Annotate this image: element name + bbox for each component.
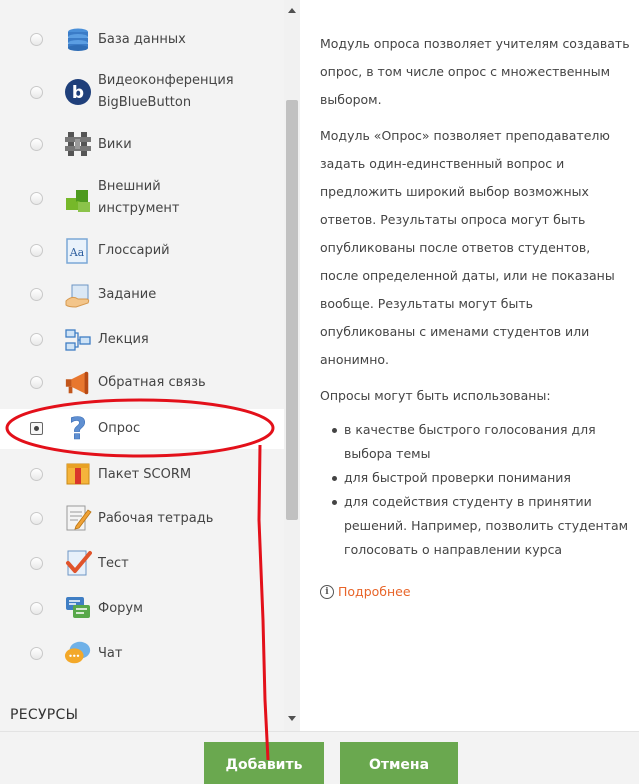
svg-text:b: b xyxy=(72,83,84,103)
activity-label: Вики xyxy=(98,137,132,152)
scroll-down-arrow-icon[interactable] xyxy=(288,716,296,721)
svg-text:Aa: Aa xyxy=(69,246,85,259)
radio-button[interactable] xyxy=(30,244,43,257)
megaphone-icon xyxy=(64,369,92,397)
description-bullet: в качестве быстрого голосования для выбо… xyxy=(320,418,630,466)
scorm-icon xyxy=(64,460,92,488)
activity-label: Глоссарий xyxy=(98,243,170,258)
activity-label: База данных xyxy=(98,32,186,47)
forum-icon xyxy=(64,595,92,623)
activity-label: Лекция xyxy=(98,332,149,347)
lesson-icon xyxy=(64,326,92,354)
activity-description: Модуль опроса позволяет учителям создава… xyxy=(320,30,630,606)
radio-button[interactable] xyxy=(30,192,43,205)
info-icon: i xyxy=(320,585,334,599)
add-button[interactable]: Добавить xyxy=(204,742,324,784)
radio-button[interactable] xyxy=(30,557,43,570)
activity-item-choice[interactable]: ? Опрос xyxy=(0,409,284,449)
activity-label: Обратная связь xyxy=(98,375,206,390)
radio-button[interactable] xyxy=(30,138,43,151)
activity-label: Чат xyxy=(98,646,123,661)
activity-item-forum[interactable]: Форум xyxy=(0,591,284,627)
cancel-button[interactable]: Отмена xyxy=(340,742,458,784)
wiki-icon xyxy=(64,130,92,158)
activity-label: Тест xyxy=(98,556,129,571)
activity-item-quiz[interactable]: Тест xyxy=(0,546,284,582)
scroll-up-arrow-icon[interactable] xyxy=(288,8,296,13)
bigbluebutton-icon: b xyxy=(64,78,92,106)
glossary-icon: Aa xyxy=(64,237,92,265)
activity-label-line2: BigBlueButton xyxy=(98,95,192,110)
radio-button[interactable] xyxy=(30,333,43,346)
activity-label: Видеоконференция BigBlueButton xyxy=(98,70,234,114)
activity-label: Пакет SCORM xyxy=(98,467,192,482)
activity-label: Рабочая тетрадь xyxy=(98,511,214,526)
activity-item-lesson[interactable]: Лекция xyxy=(0,322,284,358)
description-bullet: для содействия студенту в принятии решен… xyxy=(320,490,630,562)
description-list: в качестве быстрого голосования для выбо… xyxy=(320,418,630,562)
scrollbar[interactable] xyxy=(284,0,300,731)
activity-item-feedback[interactable]: Обратная связь xyxy=(0,365,284,401)
activity-label-line2: инструмент xyxy=(98,201,180,216)
activity-label: Задание xyxy=(98,287,157,302)
radio-button-checked[interactable] xyxy=(30,422,43,435)
description-paragraph: Опросы могут быть использованы: xyxy=(320,388,551,403)
radio-button[interactable] xyxy=(30,288,43,301)
activity-label: Форум xyxy=(98,601,143,616)
activity-item-database[interactable]: База данных xyxy=(0,22,284,58)
radio-button[interactable] xyxy=(30,647,43,660)
modal-footer: Добавить Отмена xyxy=(0,731,639,784)
assignment-icon xyxy=(64,282,92,310)
radio-button[interactable] xyxy=(30,376,43,389)
activity-label: Опрос xyxy=(98,421,141,436)
activity-item-scorm[interactable]: Пакет SCORM xyxy=(0,457,284,493)
activity-item-chat[interactable]: Чат xyxy=(0,636,284,672)
activity-label-line1: Внешний xyxy=(98,179,161,194)
radio-button[interactable] xyxy=(30,33,43,46)
puzzle-icon xyxy=(64,186,92,214)
scrollbar-thumb[interactable] xyxy=(286,100,298,520)
description-paragraph: Модуль «Опрос» позволяет преподавателю з… xyxy=(320,128,615,367)
workbook-icon xyxy=(64,504,92,532)
radio-button[interactable] xyxy=(30,86,43,99)
description-bullet: для быстрой проверки понимания xyxy=(320,466,630,490)
chat-icon xyxy=(64,639,92,667)
section-title-resources: РЕСУРСЫ xyxy=(10,707,79,723)
activity-item-wiki[interactable]: Вики xyxy=(0,127,284,163)
activity-list-panel: База данных b Видеоконференция BigBlueBu… xyxy=(0,0,300,731)
question-icon: ? xyxy=(64,413,92,443)
more-info-label: Подробнее xyxy=(338,584,411,599)
activity-item-workbook[interactable]: Рабочая тетрадь xyxy=(0,501,284,537)
radio-button[interactable] xyxy=(30,602,43,615)
more-info-link[interactable]: i Подробнее xyxy=(320,578,411,606)
database-icon xyxy=(64,26,92,54)
radio-button[interactable] xyxy=(30,468,43,481)
activity-label: Внешний инструмент xyxy=(98,176,180,220)
activity-item-external-tool[interactable]: Внешний инструмент xyxy=(0,170,284,228)
activity-item-glossary[interactable]: Aa Глоссарий xyxy=(0,233,284,269)
activity-label-line1: Видеоконференция xyxy=(98,73,234,88)
radio-button[interactable] xyxy=(30,512,43,525)
description-paragraph: Модуль опроса позволяет учителям создава… xyxy=(320,36,630,107)
svg-text:?: ? xyxy=(69,413,86,443)
activity-item-bigbluebutton[interactable]: b Видеоконференция BigBlueButton xyxy=(0,64,284,122)
activity-item-assignment[interactable]: Задание xyxy=(0,277,284,313)
quiz-icon xyxy=(64,549,92,577)
